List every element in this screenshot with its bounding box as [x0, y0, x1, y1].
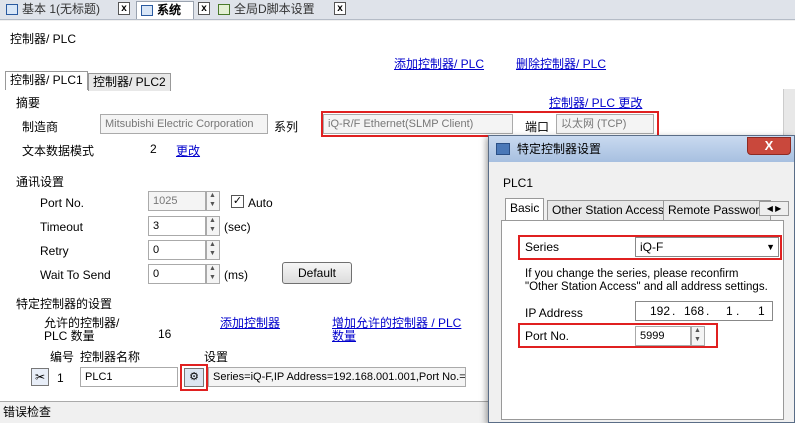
close-icon[interactable]: x [334, 2, 346, 15]
doc-tab-base[interactable]: 基本 1(无标题) [2, 1, 112, 19]
specific-controller-dialog: 特定控制器设置 X PLC1 Basic Other Station Acces… [488, 135, 795, 423]
close-button[interactable]: X [747, 137, 791, 155]
comm-heading: 通讯设置 [16, 175, 65, 189]
dialog-icon [496, 143, 510, 155]
text-mode-change-link[interactable]: 更改 [176, 142, 200, 159]
ip-octet[interactable]: 192 [650, 304, 670, 318]
row-no: 1 [57, 371, 64, 385]
port-no-label: Port No. [525, 329, 570, 343]
doc-tab-global-script[interactable]: 全局D脚本设置 [214, 1, 324, 19]
tab-remote-password[interactable]: Remote Password [663, 200, 772, 220]
script-icon [218, 4, 230, 15]
tab-scroll-arrows-icon[interactable]: ◀ ▶ [759, 201, 789, 216]
settings-summary: Series=iQ-F,IP Address=192.168.001.001,P… [208, 367, 466, 387]
timeout-input[interactable]: 3 [148, 216, 206, 236]
system-icon [141, 5, 153, 16]
maker-label: 制造商 [22, 120, 59, 134]
tab-other-station[interactable]: Other Station Access [547, 200, 670, 220]
wait-spinner[interactable] [206, 264, 220, 284]
plc-name-label: PLC1 [503, 176, 534, 190]
col-no: 编号 [50, 350, 75, 364]
ip-octet[interactable]: 1 [758, 304, 765, 318]
port-label: 端口 [525, 120, 550, 134]
maker-field: Mitsubishi Electric Corporation [100, 114, 268, 134]
ip-address-field[interactable]: 192 . 168 . 1 . 1 [635, 301, 773, 321]
page-title: 控制器/ PLC [10, 32, 77, 46]
timeout-unit: (sec) [224, 220, 251, 234]
port-no-label: Port No. [40, 196, 85, 210]
add-controller-link[interactable]: 添加控制器 [220, 314, 280, 331]
wait-label: Wait To Send [40, 268, 111, 282]
col-name: 控制器名称 [80, 350, 141, 364]
ip-octet[interactable]: 168 [684, 304, 704, 318]
timeout-spinner[interactable] [206, 216, 220, 236]
retry-label: Retry [40, 244, 69, 258]
text-mode-value: 2 [150, 142, 157, 156]
summary-heading: 摘要 [16, 96, 41, 110]
dialog-port-input[interactable]: 5999 [635, 326, 691, 346]
plc-name-input[interactable]: PLC1 [80, 367, 178, 387]
col-settings: 设置 [204, 350, 229, 364]
port-field: 以太网 (TCP) [556, 114, 654, 134]
retry-spinner[interactable] [206, 240, 220, 260]
series-label: Series [525, 240, 560, 254]
series-note: If you change the series, please reconfi… [525, 268, 739, 280]
increase-allowed-link-2[interactable]: 数量 [332, 327, 356, 344]
default-button[interactable]: Default [282, 262, 352, 284]
port-no-input[interactable]: 1025 [148, 191, 206, 211]
ip-label: IP Address [525, 306, 583, 320]
auto-label: Auto [248, 196, 273, 210]
series-select-value: iQ-F [640, 240, 664, 254]
doc-tab-label: 全局D脚本设置 [234, 2, 315, 16]
doc-tab-label: 系统 [157, 3, 182, 17]
settings-icon[interactable]: ⚙ [184, 368, 204, 387]
chevron-down-icon: ▼ [766, 242, 775, 252]
doc-tab-system[interactable]: 系统 [136, 1, 194, 19]
tab-basic[interactable]: Basic [505, 198, 545, 220]
tab-plc2[interactable]: 控制器/ PLC2 [88, 73, 171, 91]
series-note-2: "Other Station Access" and all address s… [525, 281, 768, 293]
screen-icon [6, 4, 18, 15]
ip-octet[interactable]: 1 [726, 304, 733, 318]
doc-tab-label: 基本 1(无标题) [22, 2, 101, 16]
series-select[interactable]: iQ-F ▼ [635, 237, 779, 257]
close-icon[interactable]: x [118, 2, 130, 15]
document-tab-bar: 基本 1(无标题) x 系统 x 全局D脚本设置 x [0, 0, 795, 20]
text-mode-label: 文本数据模式 [22, 144, 95, 158]
wait-input[interactable]: 0 [148, 264, 206, 284]
tab-plc1[interactable]: 控制器/ PLC1 [5, 71, 88, 90]
port-no-spinner[interactable] [206, 191, 220, 211]
delete-plc-link[interactable]: 删除控制器/ PLC [516, 55, 606, 72]
add-plc-link[interactable]: 添加控制器/ PLC [394, 55, 484, 72]
allowed-label-2: PLC 数量 [44, 329, 95, 343]
timeout-label: Timeout [40, 220, 83, 234]
retry-input[interactable]: 0 [148, 240, 206, 260]
tools-icon[interactable]: ✂ [31, 368, 49, 386]
close-icon[interactable]: x [198, 2, 210, 15]
change-plc-link[interactable]: 控制器/ PLC 更改 [549, 94, 642, 111]
allowed-value: 16 [158, 327, 172, 341]
dialog-port-spinner[interactable] [691, 326, 705, 346]
series-field: iQ-R/F Ethernet(SLMP Client) [323, 114, 513, 134]
auto-checkbox[interactable]: ✓ [231, 195, 244, 208]
series-label: 系列 [274, 120, 299, 134]
wait-unit: (ms) [224, 268, 248, 282]
specific-heading: 特定控制器的设置 [16, 297, 113, 311]
